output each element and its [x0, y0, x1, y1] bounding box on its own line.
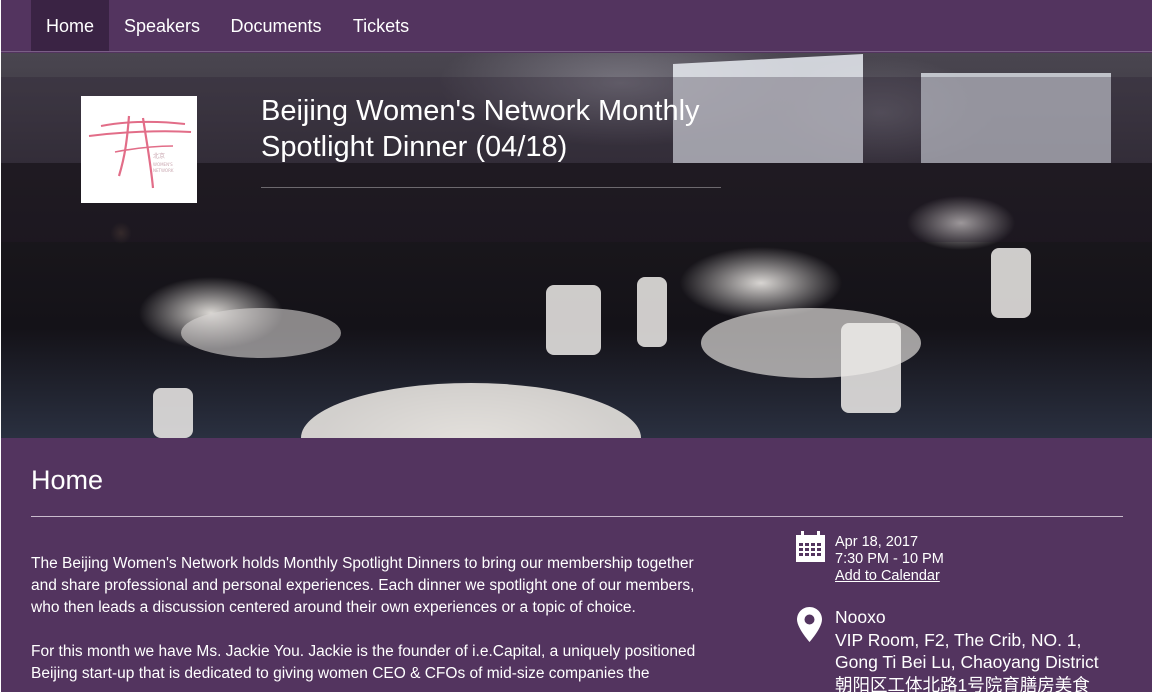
bwn-logo-icon: 北京 WOMEN'S NETWORK [88, 115, 192, 189]
calendar-icon [796, 531, 825, 562]
map-pin-icon [797, 607, 822, 642]
title-divider [31, 516, 1123, 517]
hero-photo-chair [153, 388, 193, 438]
page: Home Speakers Documents Tickets 北京 WOMEN… [1, 0, 1152, 692]
event-datetime: Apr 18, 2017 7:30 PM - 10 PM Add to Cale… [835, 534, 944, 585]
nav-item-home[interactable]: Home [31, 0, 109, 51]
svg-text:北京: 北京 [153, 152, 165, 160]
page-title: Home [31, 465, 104, 495]
hero-divider [261, 187, 721, 188]
main-content: Home The Beijing Women's Network holds M… [1, 438, 1152, 692]
nav-item-speakers[interactable]: Speakers [117, 0, 207, 51]
venue-address-line: 朝阳区工体北路1号院育膳房美食 [835, 674, 1090, 692]
description-paragraph: For this month we have Ms. Jackie You. J… [31, 643, 696, 682]
hero-photo-chair [546, 285, 601, 355]
hero-photo-chair [637, 277, 667, 347]
top-nav: Home Speakers Documents Tickets [1, 0, 1152, 52]
svg-text:NETWORK: NETWORK [153, 168, 174, 173]
event-description: The Beijing Women's Network holds Monthl… [31, 553, 711, 692]
venue-address-line: VIP Room, F2, The Crib, NO. 1, [835, 629, 1082, 650]
hero-banner: 北京 WOMEN'S NETWORK Beijing Women's Netwo… [1, 53, 1152, 438]
nav-item-tickets[interactable]: Tickets [345, 0, 417, 51]
venue-name: Nooxo [835, 607, 886, 627]
event-time: 7:30 PM - 10 PM [835, 551, 944, 567]
hero-photo-table [181, 308, 341, 358]
hero-photo-chair [841, 323, 901, 413]
hero-photo-chair [991, 248, 1031, 318]
nav-item-documents[interactable]: Documents [221, 0, 331, 51]
event-title-line: Beijing Women's Network Monthly [261, 95, 700, 127]
event-date: Apr 18, 2017 [835, 534, 919, 550]
add-to-calendar-link[interactable]: Add to Calendar [835, 568, 944, 585]
venue-address-line: Gong Ti Bei Lu, Chaoyang District [835, 652, 1099, 672]
event-logo: 北京 WOMEN'S NETWORK [81, 96, 197, 203]
event-location: Nooxo VIP Room, F2, The Crib, NO. 1, Gon… [835, 606, 1099, 692]
event-title: Beijing Women's Network Monthly Spotligh… [261, 93, 781, 165]
svg-text:WOMEN'S: WOMEN'S [153, 162, 173, 167]
event-title-line: Spotlight Dinner (04/18) [261, 131, 568, 163]
description-paragraph: The Beijing Women's Network holds Monthl… [31, 555, 695, 616]
